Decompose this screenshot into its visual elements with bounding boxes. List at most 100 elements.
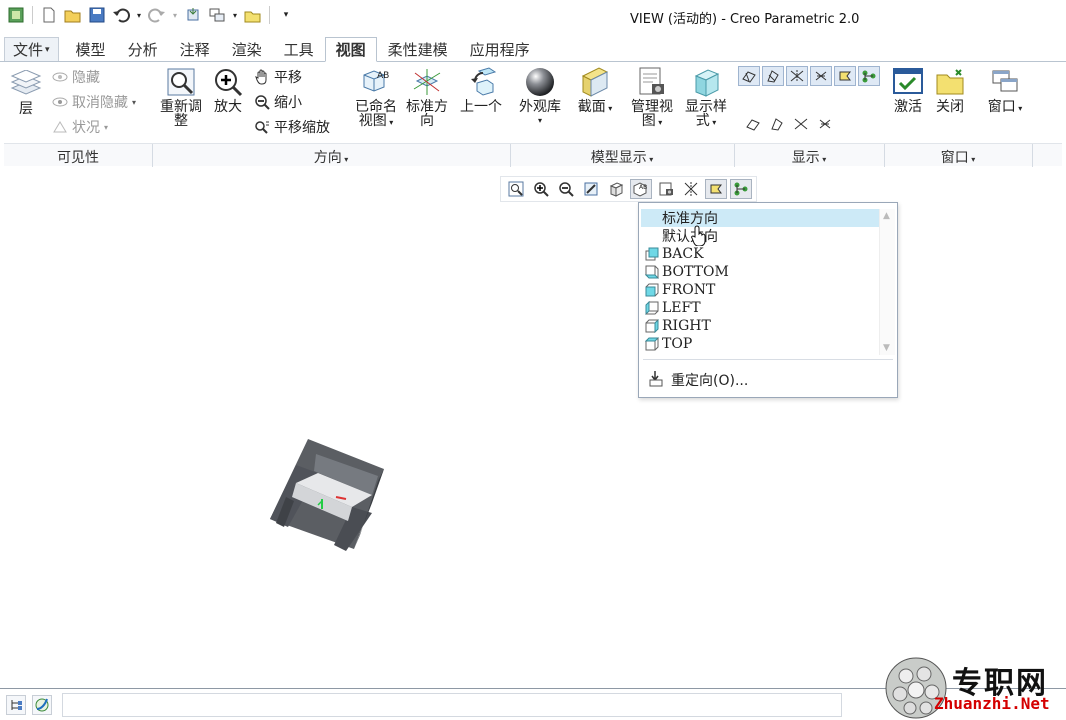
close-button[interactable]: 关闭	[930, 66, 970, 114]
regenerate-icon[interactable]	[183, 5, 203, 25]
previous-view-button[interactable]: 上一个	[456, 66, 506, 114]
windows-dropdown-icon[interactable]: ▾	[231, 5, 239, 25]
refit-icon[interactable]	[505, 179, 527, 199]
list-item-back[interactable]: BACK	[641, 245, 881, 263]
graphics-area[interactable]	[0, 167, 1066, 687]
plane-tag-icon[interactable]	[742, 114, 764, 134]
windows-icon[interactable]	[207, 5, 227, 25]
customize-toolbar-icon[interactable]: ▾	[276, 5, 296, 25]
plane-display-icon[interactable]	[762, 66, 784, 86]
chevron-down-icon: ▾	[386, 118, 394, 127]
point-tag-icon[interactable]	[790, 114, 812, 134]
zoom-in-button[interactable]: 放大	[210, 66, 246, 114]
pan-button[interactable]: 平移	[254, 67, 302, 87]
chevron-down-icon: ▾	[655, 118, 663, 127]
saved-views-list: 标准方向 默认方向 BACK BOTTOM FRONT LEFT RIGHT T…	[641, 209, 881, 353]
csys-tag-icon[interactable]	[814, 114, 836, 134]
close-window-icon[interactable]	[243, 5, 263, 25]
creo-window: ▾ ▾ ▾ ▾ VIEW (活动的) - Creo Parametric 2.0…	[0, 0, 1066, 720]
spin-center-toggle-icon[interactable]	[730, 179, 752, 199]
list-item-front[interactable]: FRONT	[641, 281, 881, 299]
axis-tag-icon[interactable]	[766, 114, 788, 134]
status-bar-tools	[6, 695, 52, 715]
appearance-gallery-button[interactable]: 外观库 ▾	[514, 66, 566, 128]
activate-button[interactable]: 激活	[888, 66, 928, 114]
datum-display-filters-icon[interactable]	[680, 179, 702, 199]
standard-orientation-button[interactable]: 标准方 向	[404, 66, 450, 128]
list-item-bottom[interactable]: BOTTOM	[641, 263, 881, 281]
eye-show-icon	[52, 94, 68, 110]
group-title-show[interactable]: 显示 ▾	[734, 147, 884, 167]
list-item-right[interactable]: RIGHT	[641, 317, 881, 335]
list-item-standard-orientation[interactable]: 标准方向	[641, 209, 881, 227]
scroll-up-icon[interactable]: ▲	[883, 211, 890, 221]
windows-button[interactable]: 窗口 ▾	[980, 66, 1030, 116]
undo-dropdown-icon[interactable]: ▾	[135, 5, 143, 25]
tab-model[interactable]: 模型	[65, 37, 117, 61]
tab-file[interactable]: 文件 ▾	[4, 37, 59, 61]
app-logo-icon[interactable]	[6, 5, 26, 25]
csys-display-icon[interactable]	[834, 66, 856, 86]
save-icon[interactable]	[87, 5, 107, 25]
browser-toggle-icon[interactable]	[32, 695, 52, 715]
cube-shaded-icon	[689, 66, 723, 98]
tab-flexible-modeling[interactable]: 柔性建模	[377, 37, 459, 61]
list-item-default-orientation[interactable]: 默认方向	[641, 227, 881, 245]
svg-text:AB: AB	[377, 71, 389, 81]
datum-display-filter-icon[interactable]	[738, 66, 760, 86]
open-folder-icon[interactable]	[63, 5, 83, 25]
graphics-toolbar: AB	[500, 176, 757, 202]
view-manager-icon[interactable]	[655, 179, 677, 199]
scroll-down-icon[interactable]: ▼	[883, 343, 890, 353]
tab-render[interactable]: 渲染	[221, 37, 273, 61]
refit-button[interactable]: 重新调 整	[158, 66, 204, 128]
layers-button[interactable]: 层	[6, 68, 46, 116]
pan-zoom-icon	[254, 119, 270, 135]
group-title-orientation[interactable]: 方向 ▾	[152, 147, 510, 167]
manage-views-icon	[635, 66, 669, 98]
tab-tools[interactable]: 工具	[273, 37, 325, 61]
watermark-url: Zhuanzhi.Net	[934, 694, 1050, 713]
unhide-button[interactable]: 取消隐藏 ▾	[52, 92, 136, 112]
display-style-button[interactable]: 显示样 式 ▾	[680, 66, 732, 130]
previous-view-icon	[464, 66, 498, 98]
csys-toggle-icon[interactable]	[705, 179, 727, 199]
redo-icon[interactable]	[147, 5, 167, 25]
point-display-icon[interactable]	[810, 66, 832, 86]
pan-zoom-button[interactable]: 平移缩放	[254, 117, 330, 137]
named-views-icon: AB	[359, 66, 393, 98]
group-title-window[interactable]: 窗口 ▾	[884, 147, 1032, 167]
redo-dropdown-icon[interactable]: ▾	[171, 5, 179, 25]
zoom-out-icon[interactable]	[555, 179, 577, 199]
tab-annotate[interactable]: 注释	[169, 37, 221, 61]
saved-orientations-icon[interactable]: AB	[630, 179, 652, 199]
tab-applications[interactable]: 应用程序	[459, 37, 541, 61]
display-style-icon[interactable]	[605, 179, 627, 199]
list-item-left[interactable]: LEFT	[641, 299, 881, 317]
dropdown-scrollbar[interactable]: ▲ ▼	[879, 209, 895, 355]
hide-button[interactable]: 隐藏	[52, 67, 100, 87]
zoom-out-button[interactable]: 缩小	[254, 92, 302, 112]
cube-view-icon	[643, 264, 661, 280]
eye-hide-icon	[52, 69, 68, 85]
group-title-model-display[interactable]: 模型显示 ▾	[510, 147, 734, 167]
mouse-cursor-icon	[691, 225, 706, 246]
section-button[interactable]: 截面 ▾	[570, 66, 620, 116]
manage-views-button[interactable]: 管理视 图 ▾	[626, 66, 678, 130]
menu-divider	[643, 359, 893, 360]
undo-icon[interactable]	[111, 5, 131, 25]
reorient-menu-item[interactable]: 重定向(O)...	[647, 369, 748, 391]
zoom-in-icon[interactable]	[530, 179, 552, 199]
axis-display-icon[interactable]	[786, 66, 808, 86]
model-tree-toggle-icon[interactable]	[6, 695, 26, 715]
status-button[interactable]: 状况 ▾	[52, 117, 108, 137]
named-views-button[interactable]: AB 已命名 视图 ▾	[350, 66, 402, 130]
group-title-visibility[interactable]: 可见性	[4, 147, 152, 167]
repaint-icon[interactable]	[580, 179, 602, 199]
list-item-top[interactable]: TOP	[641, 335, 881, 353]
cube-view-icon	[643, 336, 661, 352]
tab-view[interactable]: 视图	[324, 37, 377, 62]
spin-center-icon[interactable]	[858, 66, 880, 86]
tab-analysis[interactable]: 分析	[117, 37, 169, 61]
new-file-icon[interactable]	[39, 5, 59, 25]
